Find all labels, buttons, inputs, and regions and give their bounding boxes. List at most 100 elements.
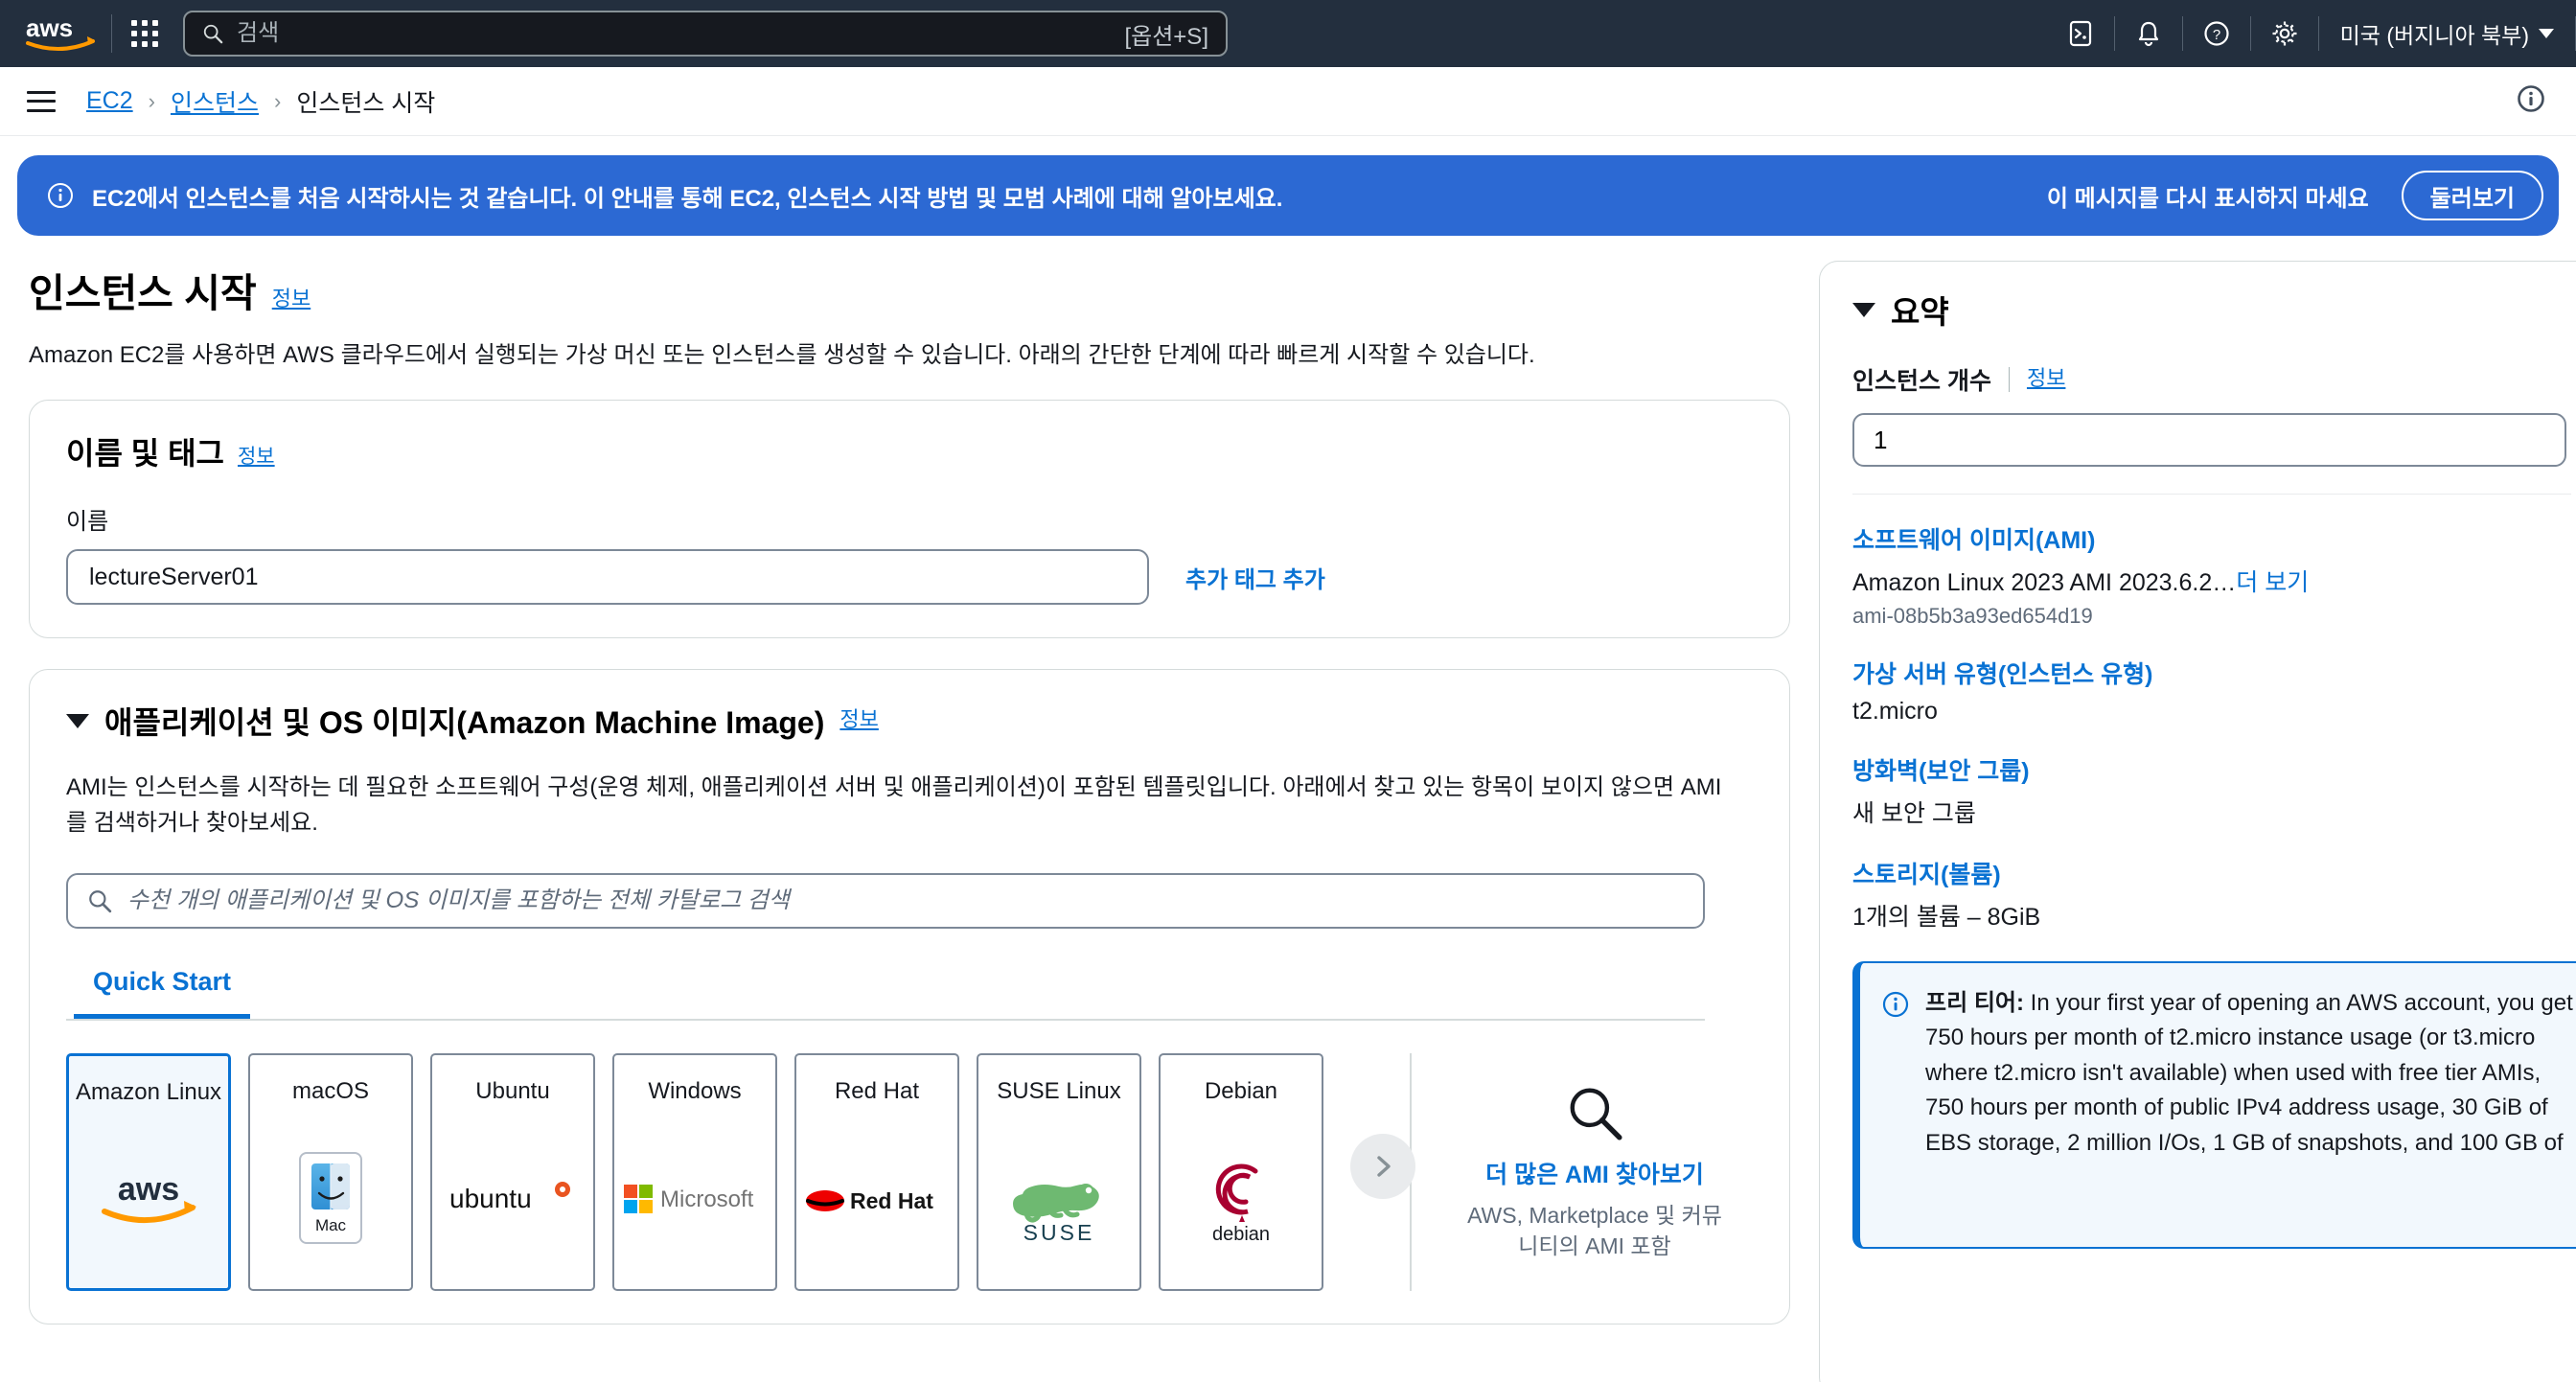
search-icon — [1570, 1088, 1622, 1140]
tab-quick-start[interactable]: Quick Start — [74, 967, 251, 1020]
summary-ami-link[interactable]: 소프트웨어 이미지(AMI) — [1852, 521, 2576, 556]
search-input[interactable] — [237, 20, 1125, 47]
summary-ami-value-text: Amazon Linux 2023 AMI 2023.6.2… — [1852, 569, 2237, 596]
svg-text:?: ? — [2212, 27, 2220, 43]
instance-name-input[interactable] — [66, 549, 1149, 605]
svg-text:aws: aws — [118, 1171, 179, 1208]
search-icon — [203, 24, 223, 44]
summary-firewall-link[interactable]: 방화벽(보안 그룹) — [1852, 752, 2576, 787]
page-description: Amazon EC2를 사용하면 AWS 클라우드에서 실행되는 가상 머신 또… — [29, 342, 1535, 368]
search-icon — [89, 890, 112, 913]
name-and-tags-heading: 이름 및 태그 정보 — [66, 429, 1753, 473]
summary-instance-type-link[interactable]: 가상 서버 유형(인스턴스 유형) — [1852, 656, 2576, 690]
microsoft-logo: Microsoft — [614, 1107, 775, 1290]
breadcrumb-bar: EC2 › 인스턴스 › 인스턴스 시작 — [0, 67, 2576, 136]
ami-tile-label: Ubuntu — [475, 1078, 550, 1105]
settings-gear-icon[interactable] — [2251, 0, 2318, 67]
aws-logo: aws — [69, 1108, 228, 1289]
ami-tile-red-hat[interactable]: Red Hat Red Hat — [794, 1053, 959, 1292]
svg-text:Microsoft: Microsoft — [660, 1186, 754, 1212]
banner-dismiss-link[interactable]: 이 메시지를 다시 표시하지 마세요 — [2047, 179, 2369, 213]
info-circle-icon — [48, 183, 73, 208]
page-title-text: 인스턴스 시작 — [29, 271, 257, 315]
browse-more-amis-subtitle: AWS, Marketplace 및 커뮤니티의 AMI 포함 — [1467, 1203, 1722, 1259]
nav-right-cluster: ? 미국 (버지니아 북부) — [2047, 0, 2576, 67]
summary-block-storage: 스토리지(볼륨) 1개의 볼륨 – 8GiB — [1852, 856, 2576, 933]
name-and-tags-info-link[interactable]: 정보 — [238, 441, 275, 473]
redhat-logo: Red Hat — [796, 1107, 957, 1290]
summary-heading: 요약 — [1852, 287, 2576, 333]
breadcrumb-item-instances[interactable]: 인스턴스 — [171, 84, 259, 119]
ami-selection-card: 애플리케이션 및 OS 이미지(Amazon Machine Image) 정보… — [29, 669, 1790, 1325]
free-tier-label: 프리 티어: — [1925, 990, 2024, 1016]
free-tier-callout: 프리 티어: In your first year of opening an … — [1852, 961, 2576, 1249]
region-selector[interactable]: 미국 (버지니아 북부) — [2319, 17, 2575, 50]
aws-logo[interactable]: aws — [21, 14, 104, 53]
name-field-label: 이름 — [66, 509, 109, 535]
global-search-box[interactable]: [옵션+S] — [183, 11, 1228, 57]
carousel-next-button[interactable] — [1350, 1134, 1415, 1200]
svg-text:aws: aws — [26, 15, 73, 42]
ami-section-description: AMI는 인스턴스를 시작하는 데 필요한 소프트웨어 구성(운영 체제, 애플… — [66, 774, 1722, 837]
chevron-down-icon — [2539, 29, 2554, 38]
svg-text:SUSE: SUSE — [1024, 1220, 1095, 1245]
ami-tile-debian[interactable]: Debian debian — [1159, 1053, 1323, 1292]
take-tour-label: 둘러보기 — [2429, 185, 2515, 212]
name-and-tags-card: 이름 및 태그 정보 이름 추가 태그 추가 — [29, 400, 1790, 638]
chevron-right-icon: › — [273, 88, 282, 113]
summary-block-firewall: 방화벽(보안 그룹) 새 보안 그룹 — [1852, 752, 2576, 829]
ami-tile-suse-linux[interactable]: SUSE Linux SUSE — [977, 1053, 1141, 1292]
ami-tile-windows[interactable]: Windows Microsoft — [612, 1053, 777, 1292]
summary-panel: 요약 인스턴스 개수 정보 소프트웨어 이미지(AMI) Amazon Linu… — [1819, 261, 2576, 1382]
suse-logo: SUSE — [978, 1107, 1139, 1290]
notifications-bell-icon[interactable] — [2115, 0, 2182, 67]
summary-ami-more-link[interactable]: 더 보기 — [2236, 569, 2309, 596]
nav-divider — [111, 14, 112, 53]
browse-more-amis-panel[interactable]: 더 많은 AMI 찾아보기 AWS, Marketplace 및 커뮤니티의 A… — [1410, 1053, 1726, 1292]
svg-text:debian: debian — [1212, 1224, 1270, 1245]
summary-storage-link[interactable]: 스토리지(볼륨) — [1852, 856, 2576, 890]
apps-grid-icon[interactable] — [120, 9, 170, 58]
ami-catalog-search-box[interactable] — [66, 873, 1705, 930]
ami-tile-ubuntu[interactable]: Ubuntu ubuntu — [430, 1053, 595, 1292]
chevron-right-icon — [1377, 1156, 1391, 1178]
onboarding-banner: EC2에서 인스턴스를 처음 시작하시는 것 같습니다. 이 안내를 통해 EC… — [17, 155, 2559, 236]
ami-tile-label: SUSE Linux — [997, 1078, 1121, 1105]
instance-count-label: 인스턴스 개수 — [1852, 368, 1991, 395]
browse-more-amis-link[interactable]: 더 많은 AMI 찾아보기 — [1485, 1156, 1704, 1190]
collapse-triangle-icon[interactable] — [1852, 302, 1875, 317]
instance-count-info-link[interactable]: 정보 — [2027, 361, 2065, 398]
top-navigation-bar: aws [옵션+S] — [0, 0, 2576, 67]
summary-block-ami: 소프트웨어 이미지(AMI) Amazon Linux 2023 AMI 202… — [1852, 521, 2576, 629]
breadcrumb-item-ec2[interactable]: EC2 — [86, 87, 133, 115]
summary-column: 요약 인스턴스 개수 정보 소프트웨어 이미지(AMI) Amazon Linu… — [1819, 261, 2576, 1382]
search-shortcut-hint: [옵션+S] — [1124, 23, 1208, 50]
svg-text:Red Hat: Red Hat — [850, 1188, 933, 1213]
take-tour-button[interactable]: 둘러보기 — [2401, 171, 2543, 220]
ami-tile-macos[interactable]: macOS Mac — [248, 1053, 413, 1292]
ami-tile-amazon-linux[interactable]: Amazon Linux aws — [66, 1053, 231, 1292]
cloudshell-icon[interactable] — [2047, 0, 2114, 67]
ami-tile-label: Amazon Linux — [75, 1079, 222, 1106]
ami-tile-label: macOS — [291, 1078, 369, 1105]
help-question-icon[interactable]: ? — [2183, 0, 2250, 67]
ami-search-input[interactable] — [127, 887, 1684, 915]
info-circle-icon — [1882, 991, 1909, 1018]
ami-info-link[interactable]: 정보 — [840, 703, 878, 739]
divider — [1852, 494, 2571, 495]
collapse-triangle-icon[interactable] — [66, 713, 89, 728]
summary-heading-text: 요약 — [1891, 294, 1949, 330]
summary-block-instance-type: 가상 서버 유형(인스턴스 유형) t2.micro — [1852, 656, 2576, 726]
hamburger-menu-icon[interactable] — [27, 90, 56, 112]
name-and-tags-heading-text: 이름 및 태그 — [66, 436, 224, 471]
mac-finder-icon: Mac — [250, 1107, 411, 1290]
info-circle-icon[interactable] — [2515, 82, 2547, 120]
svg-text:ubuntu: ubuntu — [449, 1184, 532, 1213]
banner-actions: 이 메시지를 다시 표시하지 마세요 둘러보기 — [2047, 155, 2559, 236]
instance-count-input[interactable] — [1852, 413, 2566, 467]
ami-tile-label: Windows — [648, 1078, 742, 1105]
add-additional-tags-link[interactable]: 추가 태그 추가 — [1185, 561, 1325, 594]
ami-tabs: Quick Start — [66, 967, 1705, 1022]
page-info-link[interactable]: 정보 — [272, 282, 310, 318]
page-title: 인스턴스 시작 정보 — [29, 261, 1790, 318]
